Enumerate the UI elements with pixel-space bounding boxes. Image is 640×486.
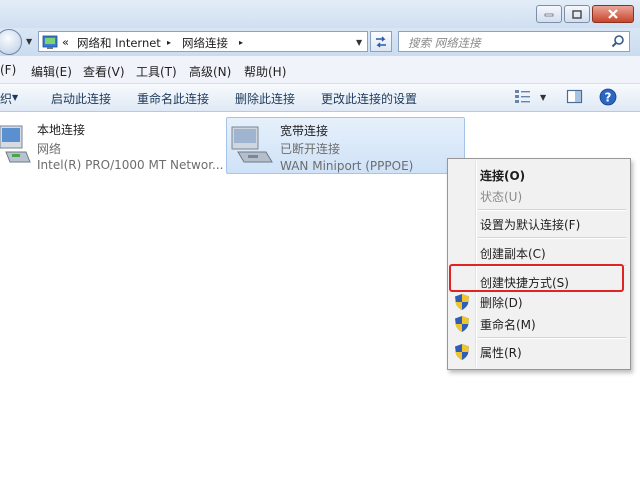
delete-connection-button[interactable]: 删除此连接 [235,90,295,107]
history-dropdown-icon[interactable]: ▼ [26,37,32,46]
search-input[interactable]: 搜索 网络连接 [398,31,630,52]
menu-edit[interactable]: 编辑(E) [31,63,72,80]
search-placeholder: 搜索 网络连接 [408,36,481,50]
menu-separator [478,237,626,239]
menu-tools[interactable]: 工具(T) [136,63,177,80]
breadcrumb-separator-icon[interactable]: ▸ [167,38,171,47]
back-button[interactable] [0,29,22,55]
view-options-icon[interactable] [514,88,532,106]
connection-name: 宽带连接 [280,124,329,138]
connection-item-broadband[interactable]: 宽带连接 已断开连接 WAN Miniport (PPPOE) [226,117,465,174]
title-bar [0,0,640,28]
menu-item-rename[interactable]: 重命名(M) [480,316,536,333]
breadcrumb-overflow[interactable]: « [62,35,69,49]
control-panel-icon [42,35,58,49]
network-adapter-icon [0,125,31,163]
address-dropdown-icon[interactable]: ▼ [356,38,362,47]
minimize-button[interactable] [536,5,562,23]
change-settings-button[interactable]: 更改此连接的设置 [321,90,417,107]
view-dropdown-icon[interactable]: ▼ [540,93,546,102]
rename-connection-button[interactable]: 重命名此连接 [137,90,209,107]
address-row: ▼ « 网络和 Internet ▸ 网络连接 ▸ ▼ 搜索 网络连接 [0,28,640,56]
search-icon[interactable] [611,34,625,48]
broadband-modem-icon [231,126,273,163]
connection-status: 网络 [37,142,62,156]
command-bar: 织 ▼ 启动此连接 重命名此连接 删除此连接 更改此连接的设置 ▼ ? [0,84,640,112]
start-connection-button[interactable]: 启动此连接 [51,90,111,107]
organize-button[interactable]: 织 [0,90,12,107]
connection-status: 已断开连接 [280,142,341,156]
menu-separator [478,337,626,339]
breadcrumb-network-internet[interactable]: 网络和 Internet [77,35,161,51]
menu-item-connect[interactable]: 连接(O) [480,167,525,184]
window-controls [534,5,634,23]
menu-advanced[interactable]: 高级(N) [189,63,231,80]
menu-item-delete[interactable]: 删除(D) [480,294,523,311]
menu-file[interactable]: (F) [0,63,16,77]
preview-pane-icon[interactable] [566,88,584,106]
menu-item-create-copy[interactable]: 创建副本(C) [480,245,546,262]
uac-shield-icon [455,316,469,332]
close-icon [608,9,618,19]
connection-device: Intel(R) PRO/1000 MT Networ... [37,158,224,172]
organize-dropdown-icon[interactable]: ▼ [12,93,18,102]
refresh-icon [376,36,386,47]
maximize-button[interactable] [564,5,590,23]
menu-item-status[interactable]: 状态(U) [480,188,522,205]
connection-device: WAN Miniport (PPPOE) [280,159,414,173]
breadcrumb-separator-icon[interactable]: ▸ [239,38,243,47]
uac-shield-icon [455,294,469,310]
breadcrumb-network-connections[interactable]: 网络连接 [182,35,228,51]
menu-item-properties[interactable]: 属性(R) [480,344,522,361]
address-bar[interactable]: « 网络和 Internet ▸ 网络连接 ▸ ▼ [38,31,368,52]
annotation-highlight-box [449,264,624,292]
help-icon[interactable]: ? [599,88,617,106]
menu-separator [478,209,626,211]
minimize-icon [544,13,554,17]
menu-item-set-default[interactable]: 设置为默认连接(F) [480,216,580,233]
connection-name: 本地连接 [37,123,86,137]
close-button[interactable] [592,5,634,23]
uac-shield-icon [455,344,469,360]
maximize-icon [572,9,582,19]
menu-view[interactable]: 查看(V) [83,63,125,80]
refresh-button[interactable] [370,31,392,52]
menu-bar: (F) 编辑(E) 查看(V) 工具(T) 高级(N) 帮助(H) [0,56,640,84]
menu-help[interactable]: 帮助(H) [244,63,286,80]
svg-text:?: ? [605,91,612,105]
connection-item-local[interactable]: 本地连接 网络 Intel(R) PRO/1000 MT Networ... [0,116,224,174]
